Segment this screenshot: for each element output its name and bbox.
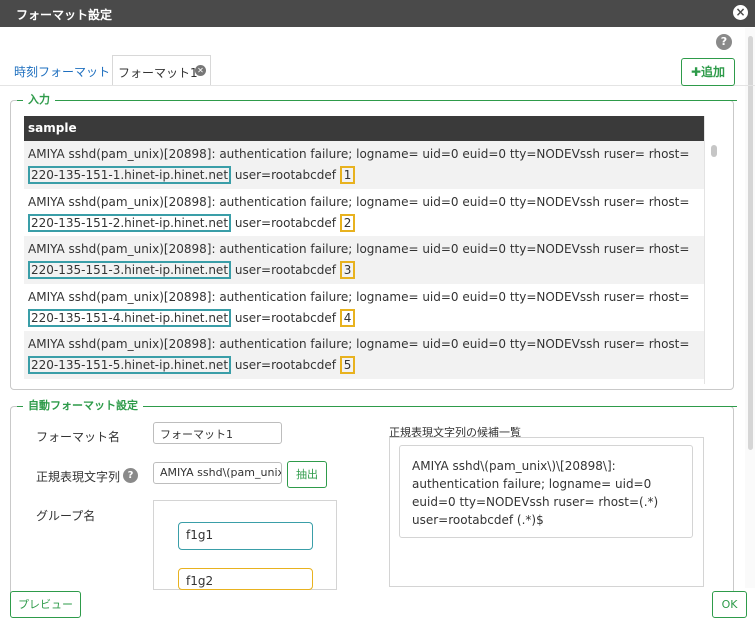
input-section-legend: 入力 xyxy=(23,93,55,107)
sample-table: sample AMIYA sshd(pam_unix)[20898]: auth… xyxy=(24,116,704,384)
dialog-titlebar: フォーマット設定 × xyxy=(0,0,755,27)
row-user-text: user=rootabcdef xyxy=(234,310,336,325)
row-second-line: 220-135-151-1.hinet-ip.hinet.net user=ro… xyxy=(28,166,704,185)
matched-number: 5 xyxy=(339,356,356,374)
row-second-line: 220-135-151-4.hinet-ip.hinet.net user=ro… xyxy=(28,308,704,328)
group-input-2[interactable]: f1g2 xyxy=(178,568,313,590)
row-text: AMIYA sshd(pam_unix)[20898]: authenticat… xyxy=(28,194,690,209)
row-text: AMIYA sshd(pam_unix)[20898]: authenticat… xyxy=(28,289,690,304)
row-user-text: user=rootabcdef xyxy=(234,168,336,182)
matched-host: 220-135-151-4.hinet-ip.hinet.net xyxy=(28,308,232,327)
regex-label: 正規表現文字列 xyxy=(36,470,121,484)
auto-format-legend: 自動フォーマット設定 xyxy=(23,399,143,413)
table-row: AMIYA sshd(pam_unix)[20898]: authenticat… xyxy=(24,141,704,189)
matched-host: 220-135-151-1.hinet-ip.hinet.net xyxy=(28,166,232,184)
row-first-line: AMIYA sshd(pam_unix)[20898]: authenticat… xyxy=(28,145,704,164)
row-user-text: user=rootabcdef xyxy=(234,215,336,230)
format-name-input[interactable]: フォーマット1 xyxy=(153,422,282,444)
row-user-text: user=rootabcdef xyxy=(234,358,336,372)
row-first-line: AMIYA sshd(pam_unix)[20898]: authenticat… xyxy=(28,240,704,259)
sample-table-body: AMIYA sshd(pam_unix)[20898]: authenticat… xyxy=(24,141,704,379)
preview-button[interactable]: プレビュー xyxy=(10,591,81,618)
extract-button[interactable]: 抽出 xyxy=(287,461,327,488)
add-button-label: 追加 xyxy=(701,65,726,79)
row-second-line: 220-135-151-2.hinet-ip.hinet.net user=ro… xyxy=(28,213,704,233)
add-button[interactable]: ✚追加 xyxy=(681,58,735,86)
regex-input[interactable]: AMIYA sshd\(pam_unix\)\[20898\]: authent… xyxy=(153,462,282,484)
close-icon[interactable]: × xyxy=(733,5,748,20)
tab-time-format[interactable]: 時刻フォーマット xyxy=(14,63,110,80)
dialog-title: フォーマット設定 xyxy=(16,8,113,22)
row-text: AMIYA sshd(pam_unix)[20898]: authenticat… xyxy=(28,147,690,161)
tab-divider xyxy=(0,85,755,86)
sample-column-header: sample xyxy=(24,116,704,141)
row-user-text: user=rootabcdef xyxy=(234,263,336,277)
row-first-line: AMIYA sshd(pam_unix)[20898]: authenticat… xyxy=(28,193,704,212)
table-row: AMIYA sshd(pam_unix)[20898]: authenticat… xyxy=(24,283,704,331)
matched-number: 1 xyxy=(339,166,356,184)
matched-number: 4 xyxy=(339,308,356,327)
row-first-line: AMIYA sshd(pam_unix)[20898]: authenticat… xyxy=(28,335,704,354)
matched-number: 3 xyxy=(339,261,356,279)
row-second-line: 220-135-151-5.hinet-ip.hinet.net user=ro… xyxy=(28,356,704,375)
plus-icon: ✚ xyxy=(690,65,702,79)
ok-button[interactable]: OK xyxy=(712,591,747,618)
group-input-1[interactable]: f1g1 xyxy=(178,522,313,550)
format-name-label: フォーマット名 xyxy=(36,430,121,444)
dialog-scrollbar-thumb[interactable] xyxy=(748,36,753,450)
table-row: AMIYA sshd(pam_unix)[20898]: authenticat… xyxy=(24,331,704,379)
matched-host: 220-135-151-2.hinet-ip.hinet.net xyxy=(28,213,232,232)
table-row: AMIYA sshd(pam_unix)[20898]: authenticat… xyxy=(24,236,704,284)
matched-host: 220-135-151-5.hinet-ip.hinet.net xyxy=(28,356,232,374)
row-second-line: 220-135-151-3.hinet-ip.hinet.net user=ro… xyxy=(28,261,704,280)
table-scrollbar-thumb[interactable] xyxy=(711,145,717,157)
help-icon[interactable]: ? xyxy=(716,34,732,50)
close-tab-icon[interactable]: ✕ xyxy=(195,65,206,76)
matched-host: 220-135-151-3.hinet-ip.hinet.net xyxy=(28,261,232,279)
row-first-line: AMIYA sshd(pam_unix)[20898]: authenticat… xyxy=(28,288,704,307)
candidate-item[interactable]: AMIYA sshd\(pam_unix\)\[20898\]: authent… xyxy=(399,445,693,538)
regex-help-icon[interactable]: ? xyxy=(123,468,138,483)
matched-number: 2 xyxy=(339,213,356,232)
tab-format-1-label: フォーマット1 xyxy=(118,66,198,80)
row-text: AMIYA sshd(pam_unix)[20898]: authenticat… xyxy=(28,242,690,256)
input-section-accent-line xyxy=(17,100,737,101)
group-name-label: グループ名 xyxy=(36,509,96,523)
table-row: AMIYA sshd(pam_unix)[20898]: authenticat… xyxy=(24,188,704,236)
tab-format-1[interactable]: フォーマット1 ✕ xyxy=(112,55,211,85)
row-text: AMIYA sshd(pam_unix)[20898]: authenticat… xyxy=(28,337,690,351)
